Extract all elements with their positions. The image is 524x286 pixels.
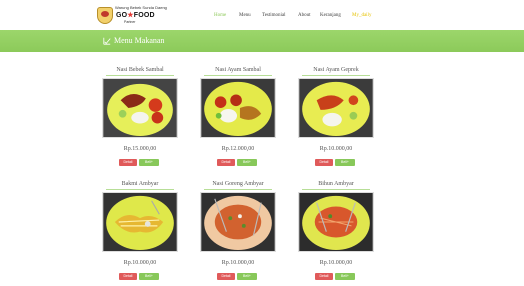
logo-sub-text: Partner <box>124 20 136 24</box>
detail-button[interactable]: Detail <box>119 159 137 166</box>
title-divider <box>302 189 370 190</box>
menu-card: Bihun Ambyar Rp.10.000,00 Detail Beli+ <box>296 181 376 286</box>
card-actions: Detail Beli+ <box>315 273 357 280</box>
nav-testimonial[interactable]: Testimonial <box>262 13 286 18</box>
menu-item-price: Rp.10.000,00 <box>319 260 353 266</box>
menu-item-price: Rp.10.000,00 <box>221 260 255 266</box>
buy-button[interactable]: Beli+ <box>335 159 355 166</box>
food-image[interactable] <box>102 78 178 138</box>
buy-button[interactable]: Beli+ <box>335 273 355 280</box>
menu-item-price: Rp.12.000,00 <box>221 146 255 152</box>
card-actions: Detail Beli+ <box>119 159 161 166</box>
menu-item-name: Nasi Bebek Sambal <box>116 67 164 73</box>
menu-card: Nasi Bebek Sambal Rp.15.000,00 Detail Beli+ <box>100 67 180 173</box>
menu-item-price: Rp.15.000,00 <box>123 146 157 152</box>
food-image[interactable] <box>200 192 276 252</box>
nav-home[interactable]: Home <box>214 13 226 18</box>
detail-button[interactable]: Detail <box>217 273 235 280</box>
site-header: Warung Bebek Sunda Daeng GO★FOOD Partner… <box>0 0 524 30</box>
menu-card: Nasi Ayam Sambal Rp.12.000,00 Detail Beli+ <box>198 67 278 173</box>
nav-my-daily[interactable]: My_daily <box>352 13 371 18</box>
detail-button[interactable]: Detail <box>217 159 235 166</box>
title-divider <box>106 189 174 190</box>
card-actions: Detail Beli+ <box>217 159 259 166</box>
page-banner: Menu Makanan <box>0 30 524 52</box>
menu-item-name: Nasi Ayam Sambal <box>215 67 261 73</box>
nav-about[interactable]: About <box>298 13 311 18</box>
title-divider <box>204 75 272 76</box>
buy-button[interactable]: Beli+ <box>237 273 257 280</box>
menu-item-name: Nasi Ayam Geprek <box>313 67 359 73</box>
menu-card: Nasi Ayam Geprek Rp.10.000,00 Detail Beli+ <box>296 67 376 173</box>
menu-item-name: Bakmi Ambyar <box>121 181 159 187</box>
bowl-icon <box>97 7 113 24</box>
card-actions: Detail Beli+ <box>315 159 357 166</box>
menu-item-name: Bihun Ambyar <box>318 181 354 187</box>
detail-button[interactable]: Detail <box>315 159 333 166</box>
buy-button[interactable]: Beli+ <box>139 159 159 166</box>
detail-button[interactable]: Detail <box>119 273 137 280</box>
buy-button[interactable]: Beli+ <box>139 273 159 280</box>
card-actions: Detail Beli+ <box>217 273 259 280</box>
site-logo[interactable]: Warung Bebek Sunda Daeng GO★FOOD Partner <box>97 4 167 28</box>
page-title: Menu Makanan <box>114 36 165 45</box>
detail-button[interactable]: Detail <box>315 273 333 280</box>
menu-item-price: Rp.10.000,00 <box>123 260 157 266</box>
food-image[interactable] <box>298 78 374 138</box>
logo-brand: GO★FOOD <box>116 12 155 19</box>
buy-button[interactable]: Beli+ <box>237 159 257 166</box>
card-actions: Detail Beli+ <box>119 273 161 280</box>
food-image[interactable] <box>200 78 276 138</box>
food-image[interactable] <box>298 192 374 252</box>
food-image[interactable] <box>102 192 178 252</box>
title-divider <box>106 75 174 76</box>
title-divider <box>204 189 272 190</box>
nav-keranjang[interactable]: Keranjang <box>320 13 341 18</box>
checkmark-icon <box>103 37 111 45</box>
menu-card: Nasi Goreng Ambyar Rp.10.000,00 Detail Beli… <box>198 181 278 286</box>
menu-item-price: Rp.10.000,00 <box>319 146 353 152</box>
menu-card: Bakmi Ambyar Rp.10.000,00 Detail Beli+ <box>100 181 180 286</box>
title-divider <box>302 75 370 76</box>
logo-top-text: Warung Bebek Sunda Daeng <box>115 5 167 10</box>
menu-item-name: Nasi Goreng Ambyar <box>212 181 264 187</box>
nav-menu[interactable]: Menu <box>239 13 251 18</box>
